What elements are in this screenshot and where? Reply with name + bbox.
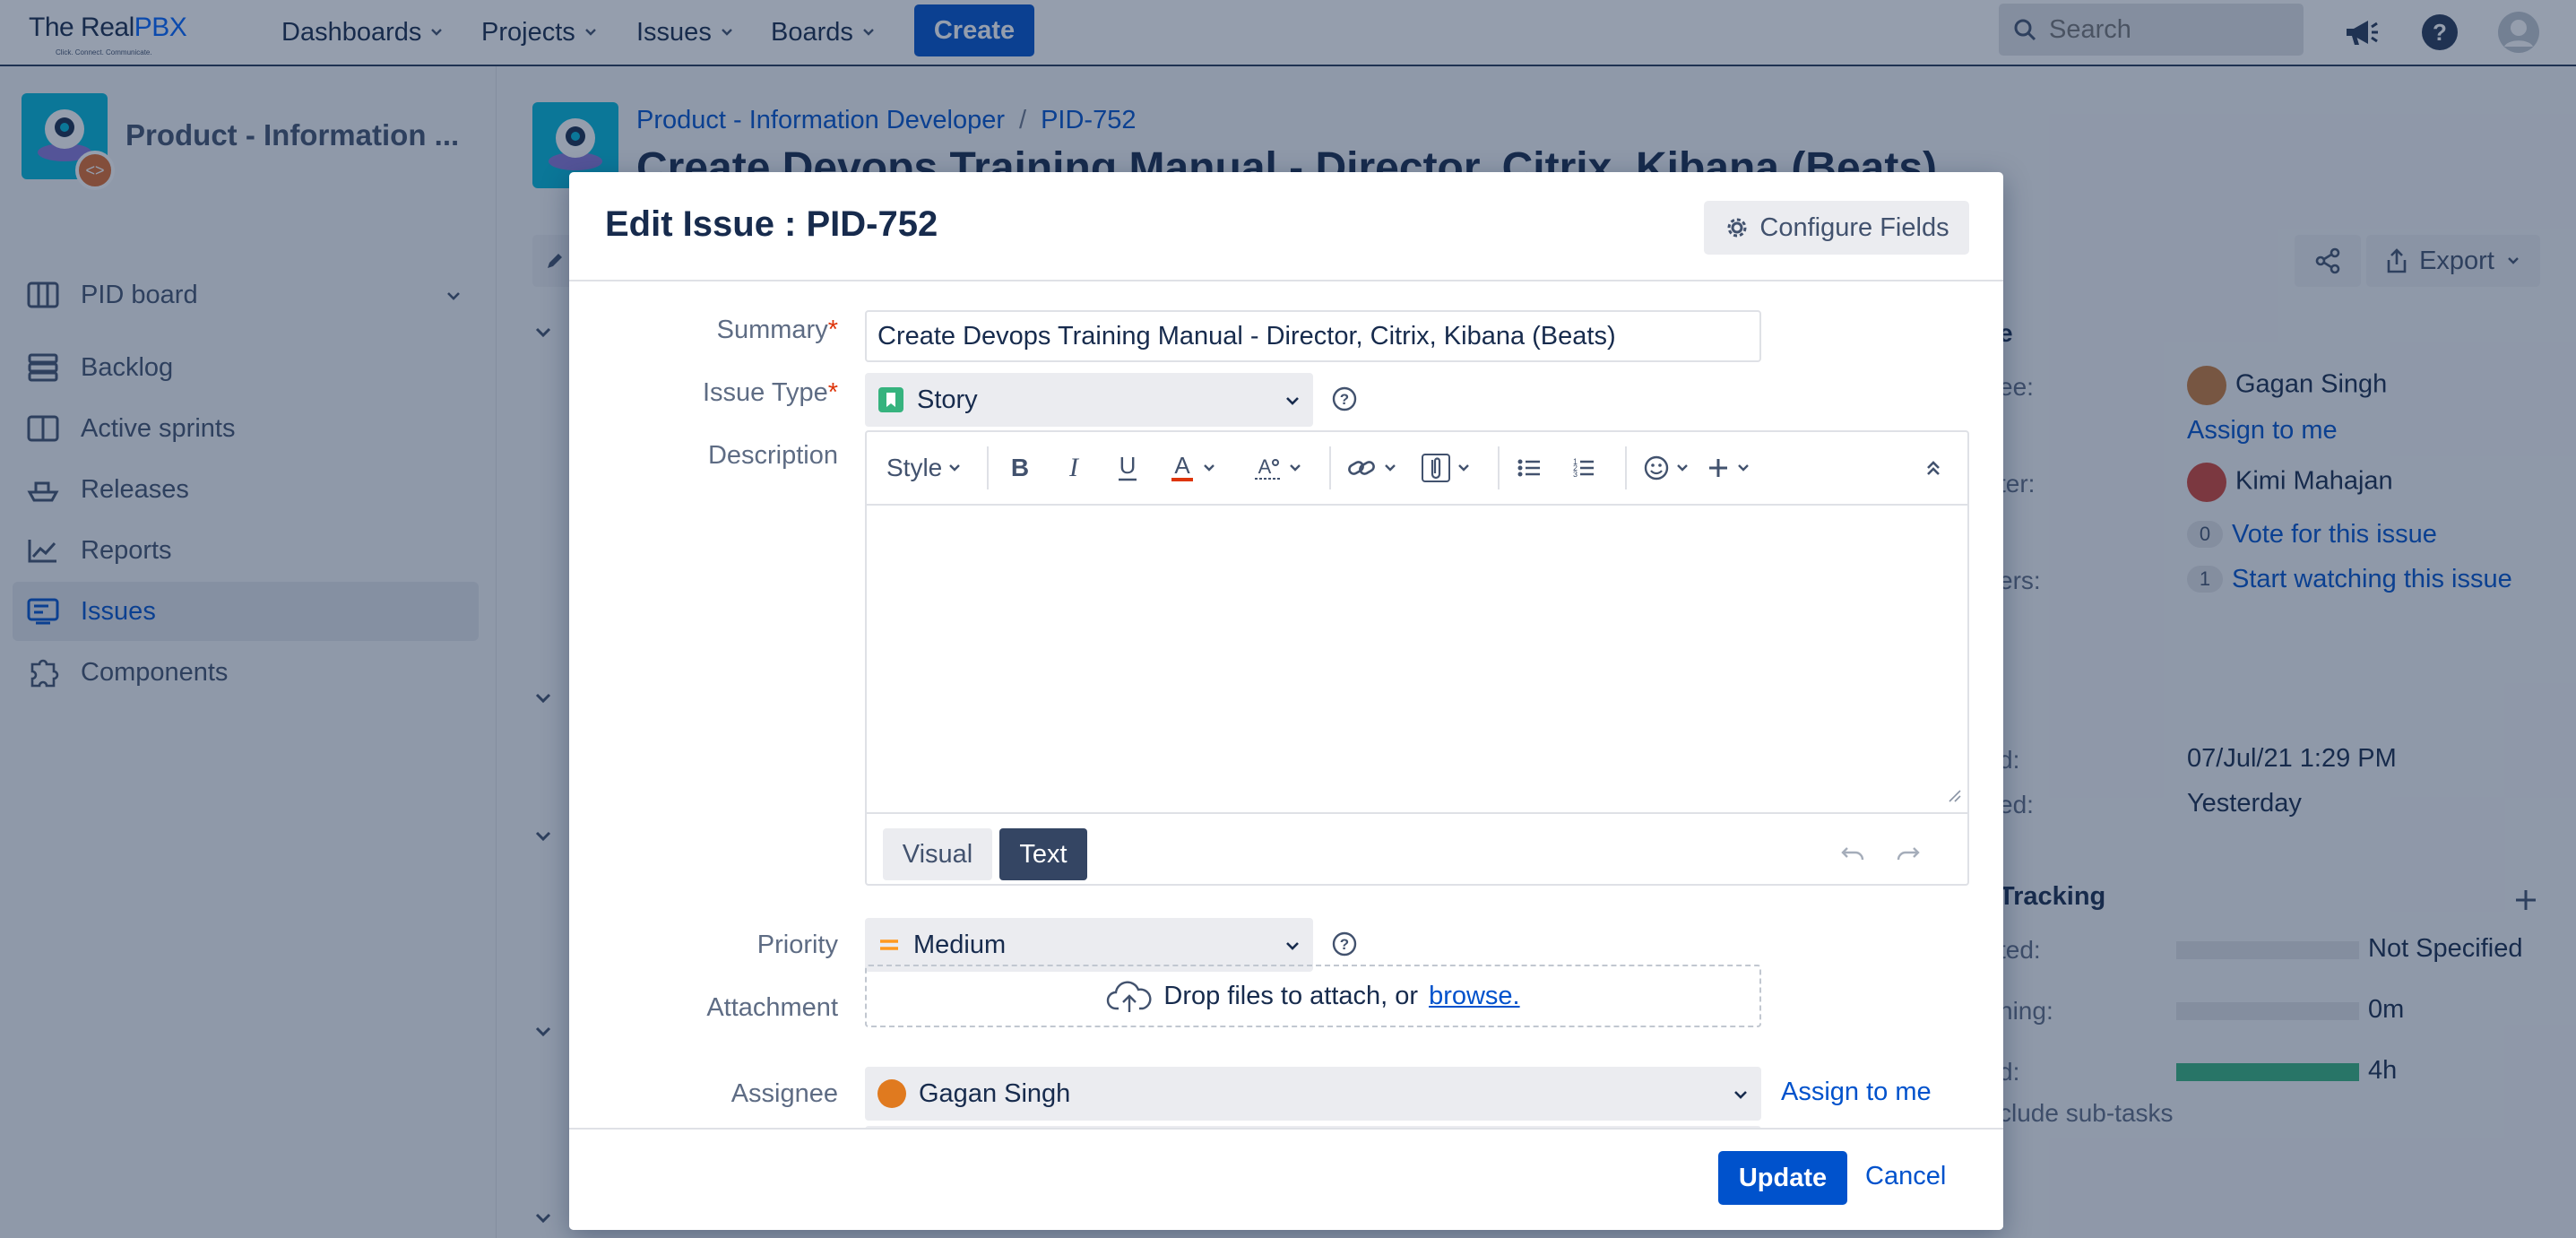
attachment-label: Attachment [706, 993, 838, 1022]
style-dropdown[interactable]: Style [886, 448, 962, 488]
assignee-select[interactable]: Gagan Singh [865, 1067, 1761, 1121]
svg-text:?: ? [1340, 936, 1349, 953]
required-marker: * [827, 316, 838, 344]
browse-link[interactable]: browse. [1429, 982, 1520, 1011]
chevron-down-icon [1204, 464, 1215, 472]
paperclip-icon [1422, 454, 1450, 482]
svg-text:A: A [1258, 455, 1272, 478]
visual-mode-tab[interactable]: Visual [883, 828, 992, 880]
editor-toolbar: Style B I U A A 1 2 3 [867, 432, 1967, 506]
svg-text:A: A [1174, 453, 1190, 479]
priority-value: Medium [913, 930, 1007, 959]
drop-files-text: Drop files to attach, or [1163, 981, 1419, 1010]
avatar [877, 1079, 906, 1108]
priority-medium-icon [880, 939, 898, 950]
dialog-body: Summary* Issue Type* Story ? Description… [569, 283, 2003, 1128]
cancel-button[interactable]: Cancel [1865, 1162, 1946, 1191]
description-editor: Style B I U A A 1 2 3 Visual Text [865, 430, 1969, 886]
help-icon[interactable]: ? [1331, 931, 1358, 957]
issue-type-select[interactable]: Story [865, 373, 1313, 427]
configure-fields-label: Configure Fields [1759, 212, 1949, 242]
text-format-icon: A [1255, 455, 1280, 480]
svg-text:3: 3 [1573, 470, 1578, 479]
bullet-list-icon [1517, 459, 1540, 477]
collapse-toolbar-button[interactable] [1923, 448, 1944, 488]
dialog-footer: Update Cancel [569, 1128, 2003, 1230]
issue-type-label: Issue Type* [703, 378, 838, 408]
dialog-header: Edit Issue : PID-752 Configure Fields [569, 172, 2003, 281]
attachment-dropdown[interactable] [1421, 448, 1471, 488]
chevron-down-icon [1286, 942, 1299, 950]
configure-fields-button[interactable]: Configure Fields [1704, 201, 1969, 255]
story-icon [878, 387, 903, 412]
emoji-dropdown[interactable] [1643, 448, 1690, 488]
double-chevron-up-icon [1927, 461, 1940, 475]
emoji-icon [1644, 455, 1669, 480]
chevron-down-icon [1290, 464, 1301, 472]
gear-icon [1727, 218, 1747, 238]
style-label: Style [886, 454, 943, 481]
text-format-dropdown[interactable]: A [1252, 448, 1302, 488]
bullet-list-button[interactable] [1516, 448, 1543, 488]
edit-issue-dialog: Edit Issue : PID-752 Configure Fields Su… [569, 172, 2003, 1230]
svg-text:?: ? [1340, 391, 1349, 408]
link-icon [1348, 461, 1375, 475]
svg-text:U: U [1119, 454, 1137, 479]
redo-icon[interactable] [1894, 844, 1921, 862]
cloud-upload-icon [1107, 981, 1152, 1012]
attachment-dropzone[interactable]: Drop files to attach, or browse. [865, 965, 1761, 1027]
help-icon[interactable]: ? [1331, 385, 1358, 412]
chevron-down-icon [1734, 1091, 1747, 1099]
chevron-down-icon [1677, 464, 1688, 472]
chevron-down-icon [1458, 464, 1469, 472]
summary-label: Summary* [717, 316, 838, 345]
link-dropdown[interactable] [1347, 448, 1397, 488]
assign-to-me-link[interactable]: Assign to me [1781, 1078, 1932, 1107]
assignee-value: Gagan Singh [919, 1078, 1071, 1108]
toolbar-divider [1329, 446, 1331, 489]
editor-mode-bar: Visual Text [867, 812, 1967, 884]
dialog-title: Edit Issue : PID-752 [605, 204, 938, 244]
assignee-label: Assignee [730, 1079, 838, 1108]
issue-type-value: Story [917, 385, 978, 414]
chevron-down-icon [1738, 464, 1749, 472]
numbered-list-icon: 123 [1573, 457, 1594, 479]
bold-icon: B [1011, 455, 1029, 481]
chevron-down-icon [1286, 397, 1299, 405]
toolbar-divider [987, 446, 989, 489]
description-label: Description [707, 441, 838, 470]
italic-button[interactable]: I [1060, 448, 1087, 488]
toolbar-divider [1625, 446, 1627, 489]
svg-text:I: I [1068, 455, 1080, 481]
text-color-button[interactable]: A [1168, 448, 1216, 488]
issue-type-label-text: Issue Type [702, 378, 828, 407]
description-textarea[interactable] [867, 507, 1967, 810]
undo-icon[interactable] [1840, 844, 1867, 862]
summary-label-text: Summary [716, 316, 828, 344]
resize-handle-icon[interactable] [1946, 787, 1962, 803]
italic-icon: I [1068, 455, 1080, 481]
summary-input[interactable] [865, 310, 1761, 362]
underline-icon: U [1119, 454, 1137, 481]
underline-button[interactable]: U [1114, 448, 1141, 488]
text-mode-tab[interactable]: Text [999, 828, 1087, 880]
bold-button[interactable]: B [1007, 448, 1033, 488]
plus-icon [1709, 459, 1727, 477]
chevron-down-icon [949, 464, 961, 472]
numbered-list-button[interactable]: 123 [1569, 448, 1596, 488]
required-marker: * [827, 378, 838, 407]
toolbar-divider [1498, 446, 1500, 489]
chevron-down-icon [1385, 464, 1396, 472]
priority-label: Priority [756, 931, 838, 959]
update-button[interactable]: Update [1718, 1151, 1847, 1205]
text-color-icon: A [1171, 453, 1193, 481]
priority-select[interactable]: Medium [865, 918, 1313, 972]
insert-more-dropdown[interactable] [1706, 448, 1750, 488]
svg-text:B: B [1011, 455, 1029, 481]
